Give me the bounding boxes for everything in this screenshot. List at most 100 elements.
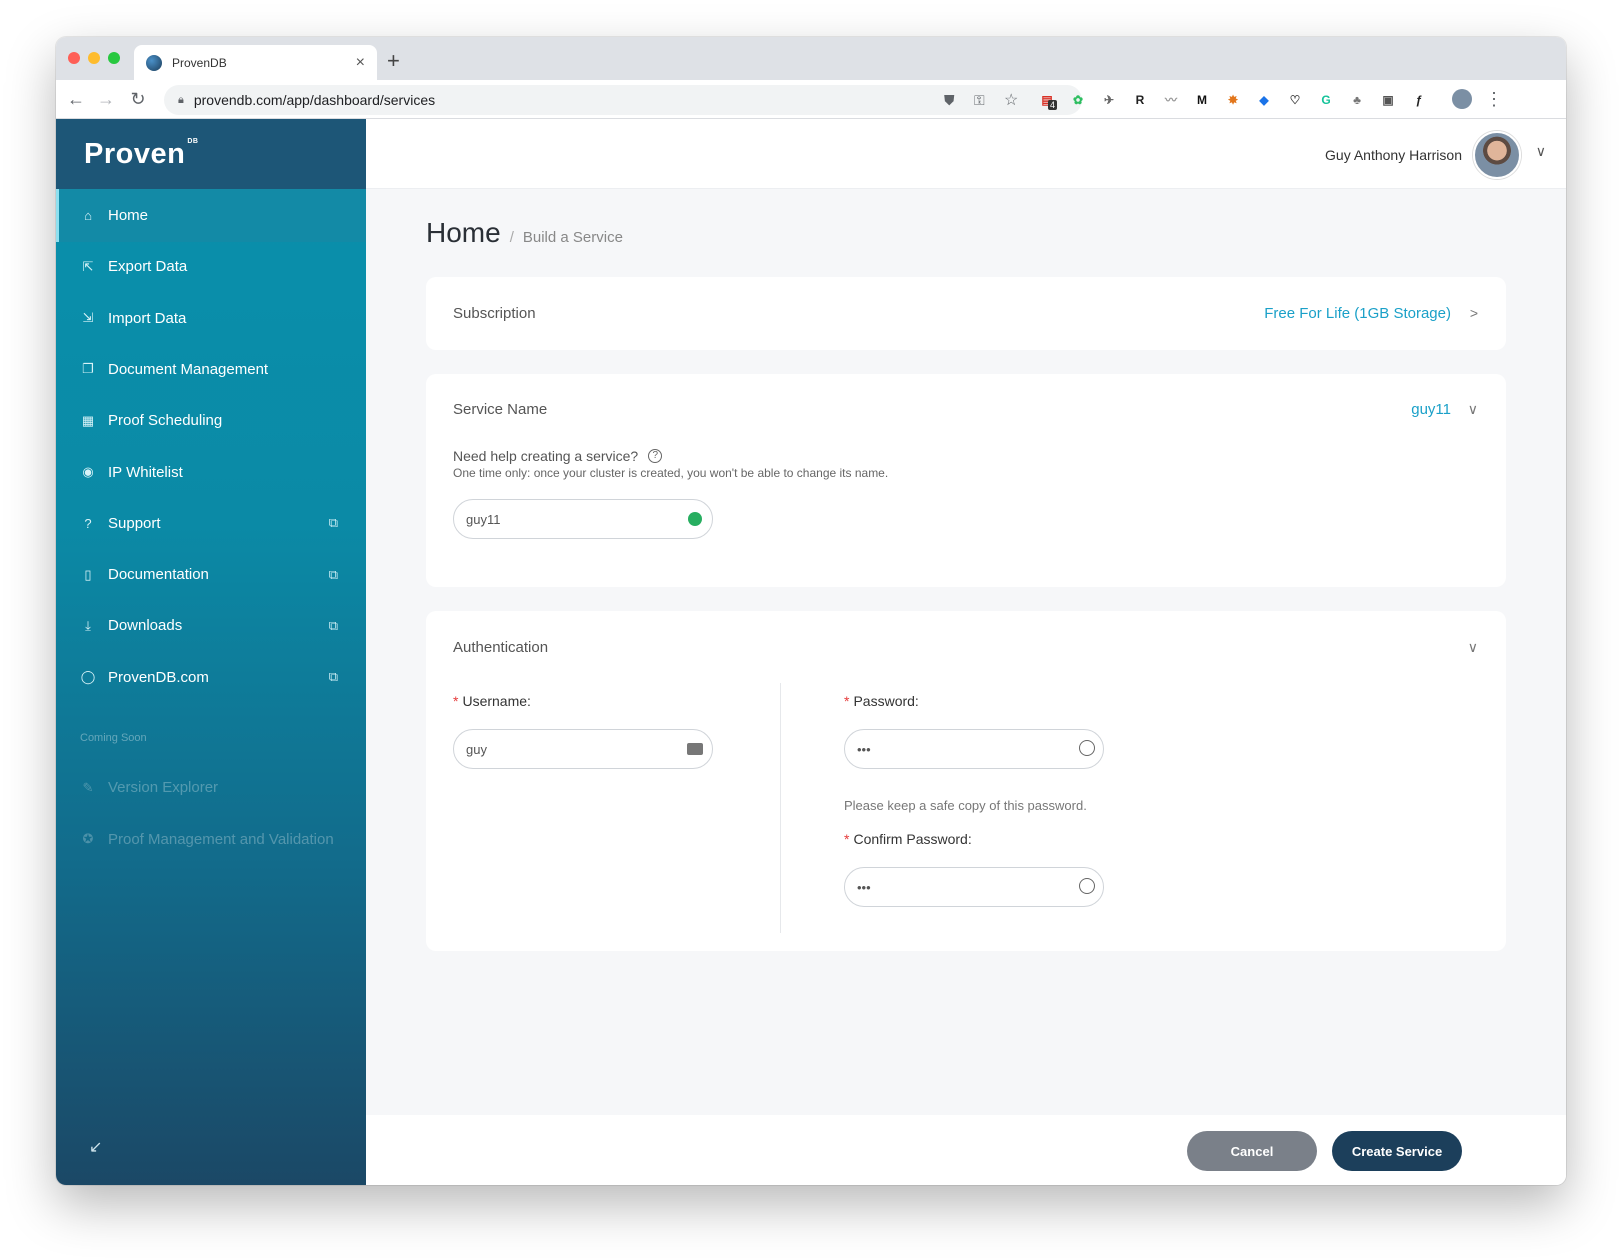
tab-close-icon[interactable]: × bbox=[356, 54, 365, 72]
service-name-label: Service Name bbox=[453, 401, 548, 418]
grammarly-ext-icon[interactable]: G bbox=[1317, 91, 1335, 109]
address-bar[interactable]: 🔒︎ provendb.com/app/dashboard/services ⛊… bbox=[164, 85, 1082, 115]
confirm-password-label-colon: : bbox=[967, 831, 972, 847]
bookmark-ext-icon[interactable]: ◆ bbox=[1255, 91, 1273, 109]
proof-management-and-validation-icon: ✪ bbox=[82, 831, 94, 846]
key-icon[interactable]: ⚿ bbox=[974, 92, 985, 109]
sidebar-item-proof-management-and-validation: ✪ Proof Management and Validation bbox=[56, 813, 366, 866]
sidebar-item-document-management[interactable]: ❐ Document Management bbox=[56, 343, 366, 396]
help-question-text: Need help creating a service? bbox=[453, 448, 639, 464]
sidebar-item-home[interactable]: ⌂ Home bbox=[56, 189, 366, 242]
script-ext-icon[interactable]: ƒ bbox=[1410, 91, 1428, 109]
subscription-card[interactable]: Subscription Free For Life (1GB Storage)… bbox=[426, 277, 1506, 350]
service-name-input[interactable]: guy11 bbox=[453, 499, 713, 539]
lock-icon: 🔒︎ bbox=[178, 93, 184, 106]
password-hint: Please keep a safe copy of this password… bbox=[844, 798, 1087, 813]
user-name[interactable]: Guy Anthony Harrison bbox=[1325, 147, 1462, 163]
password-label-colon: : bbox=[914, 693, 919, 709]
document-management-icon: ❐ bbox=[82, 361, 94, 377]
r-ext-icon[interactable]: R bbox=[1131, 91, 1149, 109]
sidebar-item-label: Proof Scheduling bbox=[108, 412, 223, 430]
evernote-ext-icon[interactable]: ✿ bbox=[1069, 91, 1087, 109]
photo-ext-icon[interactable]: ▣ bbox=[1379, 91, 1397, 109]
user-avatar[interactable] bbox=[1473, 131, 1521, 179]
subscription-value[interactable]: Free For Life (1GB Storage) bbox=[1264, 305, 1451, 322]
version-explorer-icon: ✎ bbox=[82, 779, 94, 795]
password-input[interactable]: ••• bbox=[844, 729, 1104, 769]
tab-strip: ProvenDB × + bbox=[56, 37, 1566, 80]
close-window-button[interactable] bbox=[68, 52, 80, 64]
service-name-value[interactable]: guy11 bbox=[1411, 401, 1451, 418]
sidebar-item-downloads[interactable]: ⤓ Downloads ⧉ bbox=[56, 599, 366, 652]
import-data-icon: ⇲ bbox=[82, 310, 94, 326]
footer-bar: Cancel Create Service bbox=[366, 1115, 1566, 1185]
logo-text: Proven bbox=[84, 137, 186, 170]
sidebar-item-label: Documentation bbox=[108, 566, 209, 584]
new-tab-button[interactable]: + bbox=[387, 48, 400, 74]
back-arrow-icon[interactable]: ← bbox=[64, 87, 88, 111]
logo-sup: DB bbox=[187, 137, 199, 145]
sidebar-item-label: ProvenDB.com bbox=[108, 668, 209, 686]
chevron-down-icon[interactable]: ∨ bbox=[1468, 401, 1478, 418]
create-service-button[interactable]: Create Service bbox=[1332, 1131, 1462, 1171]
sidebar-item-provendb-com[interactable]: ◯ ProvenDB.com ⧉ bbox=[56, 651, 366, 704]
cancel-button[interactable]: Cancel bbox=[1187, 1131, 1317, 1171]
fingerprint-icon[interactable] bbox=[1079, 740, 1095, 756]
username-input[interactable]: guy bbox=[453, 729, 713, 769]
main-content: Guy Anthony Harrison ∨ Home / Build a Se… bbox=[366, 119, 1566, 1185]
chevron-down-icon[interactable]: ∨ bbox=[1468, 639, 1478, 656]
breadcrumb-separator: / bbox=[509, 229, 514, 246]
browser-menu-icon[interactable]: ⋮ bbox=[1482, 87, 1506, 111]
top-bar: Guy Anthony Harrison ∨ bbox=[366, 119, 1566, 189]
sidebar-item-import-data[interactable]: ⇲ Import Data bbox=[56, 292, 366, 345]
column-divider bbox=[780, 683, 781, 933]
chevron-right-icon[interactable]: > bbox=[1470, 305, 1478, 321]
reload-icon[interactable]: ↻ bbox=[126, 87, 150, 111]
wave-ext-icon[interactable]: 〰 bbox=[1162, 91, 1180, 109]
sidebar-item-label: Export Data bbox=[108, 258, 188, 276]
password-label: * Password: bbox=[844, 693, 919, 709]
sidebar-item-documentation[interactable]: ▯ Documentation ⧉ bbox=[56, 548, 366, 601]
external-link-icon[interactable]: ⧉ bbox=[329, 515, 338, 531]
password-input-value: ••• bbox=[857, 741, 871, 757]
chevron-down-icon[interactable]: ∨ bbox=[1536, 143, 1546, 160]
collapse-sidebar-icon[interactable]: ↙ bbox=[89, 1137, 102, 1157]
support-icon: ? bbox=[84, 515, 92, 531]
forward-arrow-icon[interactable]: → bbox=[94, 87, 118, 111]
sidebar-item-ip-whitelist[interactable]: ◉ IP Whitelist bbox=[56, 446, 366, 499]
confirm-password-label: * Confirm Password: bbox=[844, 831, 972, 847]
ip-whitelist-icon: ◉ bbox=[82, 464, 94, 479]
breadcrumb-home[interactable]: Home bbox=[426, 217, 501, 249]
external-link-icon[interactable]: ⧉ bbox=[329, 669, 338, 685]
maximize-window-button[interactable] bbox=[108, 52, 120, 64]
tree-ext-icon[interactable]: ♣ bbox=[1348, 91, 1366, 109]
sidebar-item-label: Downloads bbox=[108, 617, 183, 635]
metamask-ext-icon[interactable]: ✸ bbox=[1224, 91, 1242, 109]
sidebar: Proven DB ⌂ Home ⇱ Export Data ⇲ Import Data ❐ D… bbox=[56, 119, 366, 1185]
provendb-com-icon: ◯ bbox=[80, 669, 96, 685]
browser-tab[interactable]: ProvenDB × bbox=[134, 45, 377, 80]
sidebar-item-label: Proof Management and Validation bbox=[108, 830, 334, 848]
minimize-window-button[interactable] bbox=[88, 52, 100, 64]
app-container: Proven DB ⌂ Home ⇱ Export Data ⇲ Import Data ❐ D… bbox=[56, 119, 1566, 1185]
sidebar-item-export-data[interactable]: ⇱ Export Data bbox=[56, 240, 366, 293]
coming-soon-label: Coming Soon bbox=[80, 732, 147, 744]
medium-ext-icon[interactable]: M bbox=[1193, 91, 1211, 109]
password-manager-icon[interactable] bbox=[686, 740, 704, 758]
send-ext-icon[interactable]: ✈ bbox=[1100, 91, 1118, 109]
help-circle-icon[interactable]: ? bbox=[648, 449, 663, 463]
valid-check-icon bbox=[686, 510, 704, 528]
site-blocked-icon[interactable]: ⛊ bbox=[944, 92, 955, 109]
authentication-card: Authentication ∨ * Username: guy * Passwor… bbox=[426, 611, 1506, 951]
pocket-ext-icon[interactable]: ♡ bbox=[1286, 91, 1304, 109]
provendb-logo[interactable]: Proven DB bbox=[84, 138, 198, 171]
star-bookmark-icon[interactable]: ☆ bbox=[1004, 90, 1018, 110]
sidebar-item-support[interactable]: ? Support ⧉ bbox=[56, 497, 366, 550]
confirm-password-input[interactable]: ••• bbox=[844, 867, 1104, 907]
fingerprint-icon[interactable] bbox=[1079, 878, 1095, 894]
external-link-icon[interactable]: ⧉ bbox=[329, 618, 338, 634]
sidebar-item-proof-scheduling[interactable]: ▦ Proof Scheduling bbox=[56, 394, 366, 447]
profile-avatar-icon[interactable] bbox=[1452, 89, 1472, 109]
external-link-icon[interactable]: ⧉ bbox=[329, 567, 338, 583]
sidebar-item-label: Import Data bbox=[108, 309, 187, 327]
